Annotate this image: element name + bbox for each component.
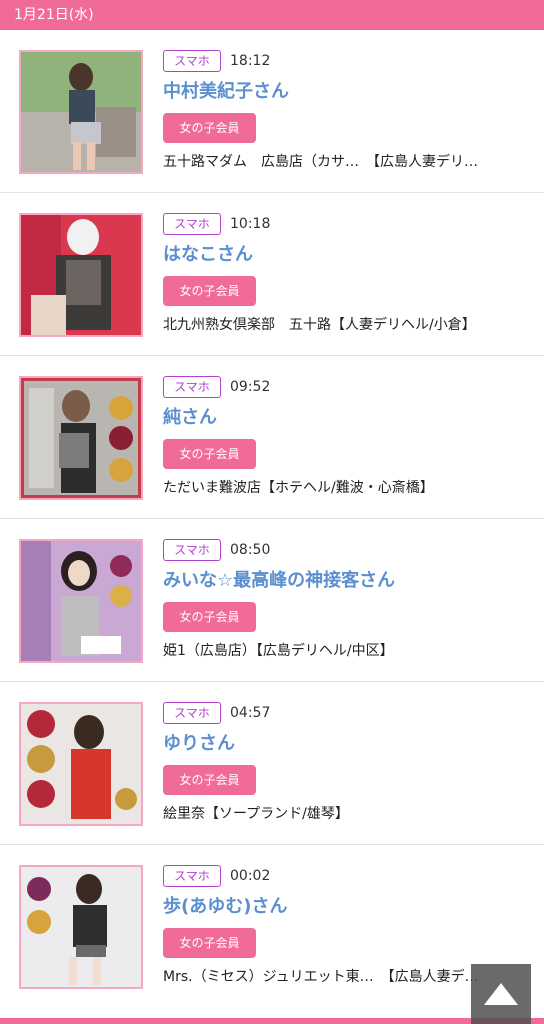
girl-name-link[interactable]: みいな☆最高峰の神接客さん [163,569,395,593]
profile-thumbnail[interactable] [19,539,143,663]
bottom-accent-bar [0,1018,544,1024]
shop-name: 絵里奈【ソープランド/雄琴】 [163,806,349,822]
shop-name: 五十路マダム 広島店（カサ… 【広島人妻デリ… [163,154,478,170]
post-time: 18:12 [230,53,271,69]
profile-thumbnail[interactable] [19,865,143,989]
list-item[interactable]: スマホ 18:12 中村美紀子さん 女の子会員 五十路マダム 広島店（カサ… 【… [0,30,544,193]
profile-thumbnail[interactable] [19,50,143,174]
date-label: 1月21日(水) [14,7,94,23]
device-badge: スマホ [163,376,221,398]
device-badge: スマホ [163,702,221,724]
device-badge: スマホ [163,865,221,887]
member-badge: 女の子会員 [163,276,256,306]
profile-thumbnail[interactable] [19,702,143,826]
girl-name-link[interactable]: ゆりさん [163,732,235,756]
diary-list: スマホ 18:12 中村美紀子さん 女の子会員 五十路マダム 広島店（カサ… 【… [0,30,544,1008]
triangle-up-icon [484,983,518,1005]
member-badge: 女の子会員 [163,439,256,469]
shop-name: Mrs.（ミセス）ジュリエット東… 【広島人妻デ… [163,969,479,985]
post-time: 10:18 [230,216,271,232]
post-time: 00:02 [230,868,271,884]
profile-thumbnail[interactable] [19,376,143,500]
girl-name-link[interactable]: 中村美紀子さん [163,80,289,104]
member-badge: 女の子会員 [163,928,256,958]
list-item[interactable]: スマホ 00:02 歩(あゆむ)さん 女の子会員 Mrs.（ミセス）ジュリエット… [0,845,544,1008]
list-item[interactable]: スマホ 10:18 はなこさん 女の子会員 北九州熟女倶楽部 五十路【人妻デリヘ… [0,193,544,356]
scroll-to-top-button[interactable] [471,964,531,1024]
device-badge: スマホ [163,213,221,235]
post-time: 09:52 [230,379,271,395]
list-item[interactable]: スマホ 09:52 純さん 女の子会員 ただいま難波店【ホテヘル/難波・心斎橋】 [0,356,544,519]
member-badge: 女の子会員 [163,765,256,795]
post-time: 08:50 [230,542,271,558]
girl-name-link[interactable]: はなこさん [163,243,253,267]
profile-thumbnail[interactable] [19,213,143,337]
device-badge: スマホ [163,50,221,72]
shop-name: 姫1（広島店）【広島デリヘル/中区】 [163,643,394,659]
shop-name: 北九州熟女倶楽部 五十路【人妻デリヘル/小倉】 [163,317,476,333]
member-badge: 女の子会員 [163,602,256,632]
list-item[interactable]: スマホ 08:50 みいな☆最高峰の神接客さん 女の子会員 姫1（広島店）【広島… [0,519,544,682]
girl-name-link[interactable]: 歩(あゆむ)さん [163,895,287,919]
date-header: 1月21日(水) [0,0,544,30]
girl-name-link[interactable]: 純さん [163,406,217,430]
post-time: 04:57 [230,705,271,721]
shop-name: ただいま難波店【ホテヘル/難波・心斎橋】 [163,480,434,496]
list-item[interactable]: スマホ 04:57 ゆりさん 女の子会員 絵里奈【ソープランド/雄琴】 [0,682,544,845]
member-badge: 女の子会員 [163,113,256,143]
device-badge: スマホ [163,539,221,561]
